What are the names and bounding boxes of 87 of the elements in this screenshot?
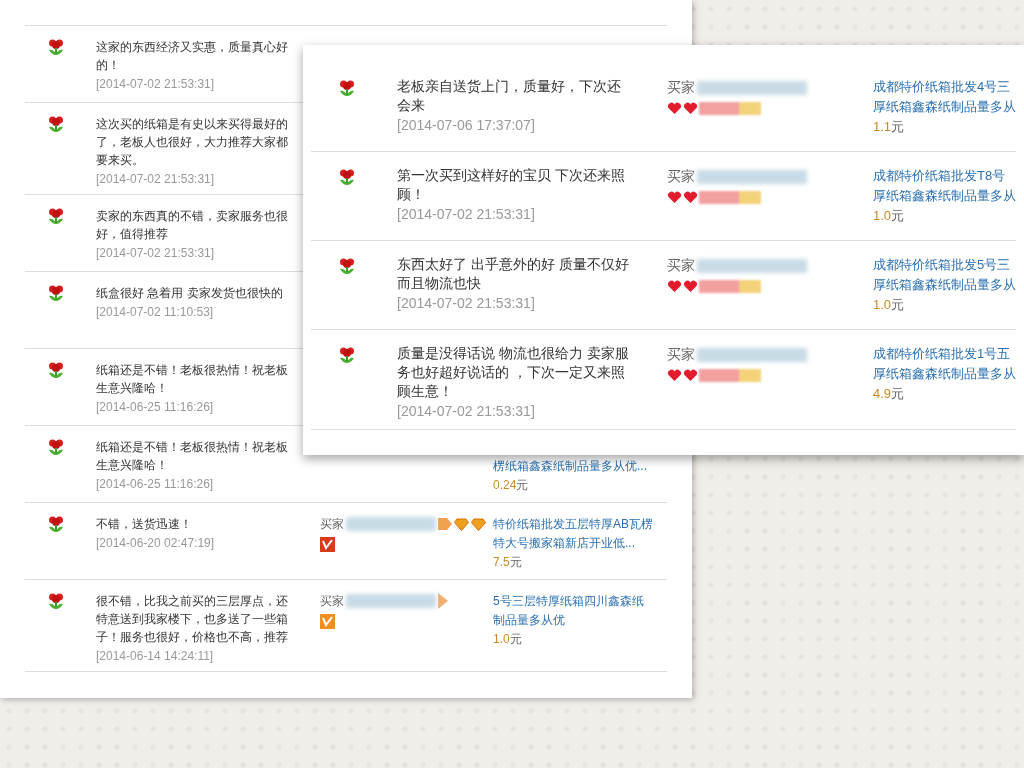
price-value: 1.0 (873, 208, 892, 223)
price-value: 0.24 (493, 478, 517, 492)
review-comment: 不错，送货迅速！ (96, 516, 193, 533)
flower-icon (339, 257, 355, 275)
heart-icon (683, 191, 698, 204)
flower-icon (339, 168, 355, 186)
review-time: [2014-06-20 02:47:19] (96, 535, 216, 552)
buyer-label: 买家 (667, 256, 695, 275)
currency-label: 元 (509, 632, 522, 646)
heart-icon (667, 369, 682, 382)
review-comment: 东西太好了 出乎意外的好 质量不仅好而且物流也快 (397, 255, 629, 293)
buyer-label: 买家 (667, 78, 695, 97)
buyer-label: 买家 (667, 167, 695, 186)
v-badge-icon (320, 537, 335, 552)
product-link[interactable]: 成都特价纸箱批发1号五 (873, 344, 1016, 364)
price-value: 1.0 (873, 297, 892, 312)
review-time: [2014-07-02 21:53:31] (397, 294, 536, 313)
heart-icon (667, 280, 682, 293)
product-link[interactable]: 成都特价纸箱批发4号三 (873, 77, 1016, 97)
blurred-badge (699, 191, 761, 204)
product-link[interactable]: 厚纸箱鑫森纸制品量多从 (873, 364, 1016, 384)
buyer-label: 买家 (320, 593, 344, 610)
heart-icon (683, 369, 698, 382)
blurred-badge (699, 369, 761, 382)
blurred-badge (699, 102, 761, 115)
review-comment: 老板亲自送货上门，质量好，下次还会来 (397, 77, 622, 115)
currency-label: 元 (891, 208, 905, 223)
review-time: [2014-07-06 17:37:07] (397, 116, 536, 135)
flower-icon (48, 207, 64, 225)
review-time: [2014-07-02 21:53:31] (397, 402, 536, 421)
product-link[interactable]: 特价纸箱批发五层特厚AB瓦楞 (493, 515, 653, 534)
blurred-badge (699, 280, 761, 293)
heart-icon (667, 191, 682, 204)
product-link[interactable]: 楞纸箱鑫森纸制品量多从优... (493, 457, 647, 476)
review-time: [2014-07-02 21:53:31] (96, 76, 216, 93)
flower-icon (339, 79, 355, 97)
currency-label: 元 (891, 386, 905, 401)
heart-icon (683, 102, 698, 115)
product-link[interactable]: 厚纸箱鑫森纸制品量多从 (873, 97, 1016, 117)
currency-label: 元 (891, 297, 905, 312)
review-comment: 质量是没得话说 物流也很给力 卖家服务也好超好说话的 ，下次一定又来照顾生意！ (397, 344, 629, 401)
product-link[interactable]: 特大号搬家箱新店开业低... (493, 534, 653, 553)
flower-icon (48, 115, 64, 133)
heart-icon (683, 280, 698, 293)
flower-icon (48, 361, 64, 379)
currency-label: 元 (516, 478, 529, 492)
review-comment: 很不错，比我之前买的三层厚点，还特意送到我家楼下，也多送了一些箱子！服务也很好，价格也不高，推荐 (96, 593, 289, 646)
review-comment: 纸盒很好 急着用 卖家发货也很快的 (96, 285, 284, 302)
review-comment: 第一次买到这样好的宝贝 下次还来照顾！ (397, 166, 626, 204)
buyer-label: 买家 (320, 516, 344, 533)
review-comment: 纸箱还是不错！老板很热情！祝老板生意兴隆哈！ (96, 362, 289, 397)
review-time: [2014-07-02 21:53:31] (397, 205, 536, 224)
product-link[interactable]: 厚纸箱鑫森纸制品量多从 (873, 275, 1016, 295)
review-time: [2014-06-14 14:24:11] (96, 648, 215, 665)
product-link[interactable]: 成都特价纸箱批发T8号 (873, 166, 1016, 186)
review-comment: 纸箱还是不错！老板很热情！祝老板生意兴隆哈！ (96, 439, 289, 474)
review-comment: 卖家的东西真的不错，卖家服务也很好，值得推荐 (96, 208, 289, 243)
flower-icon (48, 438, 64, 456)
review-time: [2014-07-02 21:53:31] (96, 171, 216, 188)
product-link[interactable]: 5号三层特厚纸箱四川鑫森纸 (493, 592, 644, 611)
currency-label: 元 (891, 119, 905, 134)
arrow-tag-icon (438, 593, 448, 609)
price-value: 1.0 (493, 632, 510, 646)
review-time: [2014-07-02 11:10:53] (96, 304, 215, 321)
price-value: 4.9 (873, 386, 892, 401)
flower-icon (48, 38, 64, 56)
review-time: [2014-06-25 11:16:26] (96, 476, 215, 493)
price-value: 7.5 (493, 555, 510, 569)
diamond-icon (454, 517, 469, 531)
flower-icon (48, 284, 64, 302)
diamond-icon (471, 517, 486, 531)
arrow-tag-icon (438, 517, 452, 531)
review-time: [2014-06-25 11:16:26] (96, 399, 215, 416)
buyer-label: 买家 (667, 345, 695, 364)
review-time: [2014-07-02 21:53:31] (96, 245, 216, 262)
heart-icon (667, 102, 682, 115)
price-value: 1.1 (873, 119, 892, 134)
flower-icon (339, 346, 355, 364)
v-badge-icon (320, 614, 335, 629)
product-link[interactable]: 厚纸箱鑫森纸制品量多从 (873, 186, 1016, 206)
product-link[interactable]: 成都特价纸箱批发5号三 (873, 255, 1016, 275)
flower-icon (48, 515, 64, 533)
review-comment: 这次买的纸箱是有史以来买得最好的了，老板人也很好，大力推荐大家都要来买。 (96, 116, 289, 169)
review-comment: 这家的东西经济又实惠，质量真心好的！ (96, 39, 289, 74)
flower-icon (48, 592, 64, 610)
product-link[interactable]: 制品量多从优 (493, 611, 644, 630)
currency-label: 元 (509, 555, 522, 569)
